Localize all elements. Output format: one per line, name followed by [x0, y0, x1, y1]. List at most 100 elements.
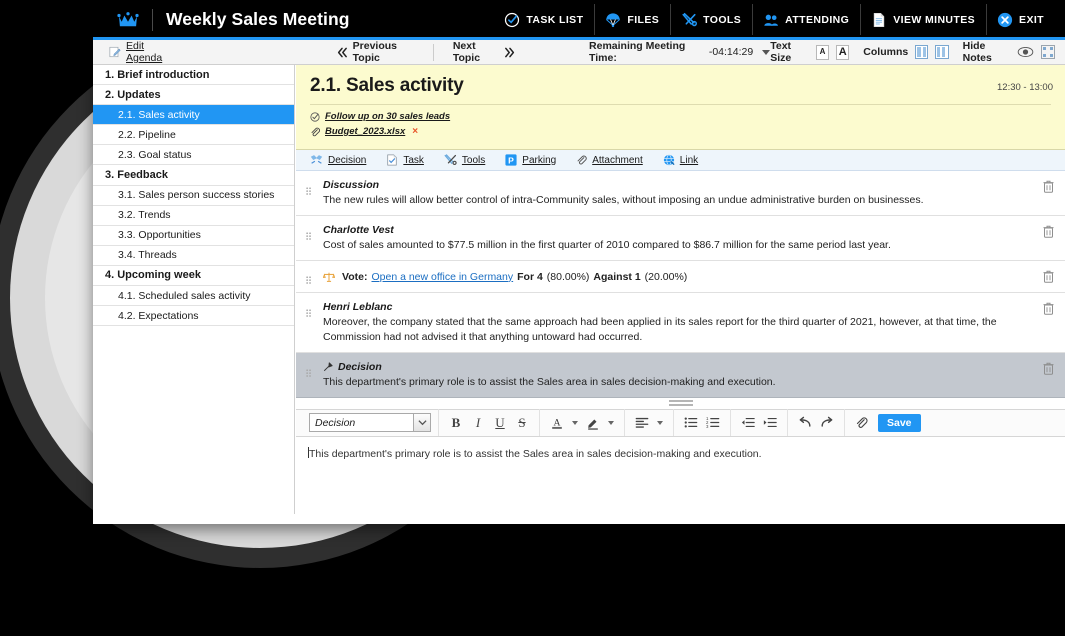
drag-handle-icon[interactable]	[304, 309, 314, 343]
text-size-small-button[interactable]: A	[815, 44, 830, 60]
topic-attachment-link[interactable]: Budget_2023.xlsx	[325, 126, 405, 137]
redo-button[interactable]	[817, 413, 837, 433]
sidebar-item[interactable]: 2.3. Goal status	[93, 145, 294, 166]
editor-text-area[interactable]: This department's primary role is to ass…	[296, 436, 1065, 497]
note-row[interactable]: Discussion The new rules will allow bette…	[296, 171, 1065, 217]
topic-task-link[interactable]: Follow up on 30 sales leads	[325, 111, 450, 122]
sidebar-item[interactable]: 2. Updates	[93, 85, 294, 106]
decision-arrow-icon	[323, 362, 333, 372]
save-button[interactable]: Save	[878, 413, 921, 432]
note-body: Vote: Open a new office in Germany For 4 (8…	[314, 271, 1031, 283]
chevron-right-double-icon	[504, 47, 515, 58]
action-label: Parking	[522, 154, 557, 166]
delete-note-button[interactable]	[1043, 180, 1054, 193]
nav-label: ATTENDING	[785, 13, 850, 26]
numbered-list-button[interactable]: 123	[703, 413, 723, 433]
fullscreen-icon[interactable]	[1040, 45, 1055, 59]
columns-three-button[interactable]	[935, 45, 949, 59]
columns-two-button[interactable]	[915, 45, 929, 59]
hide-notes-label: Hide Notes	[962, 40, 992, 64]
sidebar-item[interactable]: 1. Brief introduction	[93, 65, 294, 86]
action-label: Attachment	[592, 154, 643, 166]
action-task-button[interactable]: Task	[386, 154, 424, 166]
editor-color-group: A	[540, 409, 625, 437]
remove-attachment-button[interactable]: ×	[412, 126, 418, 137]
next-topic-button[interactable]: Next Topic	[434, 40, 529, 65]
sidebar-item[interactable]: 3. Feedback	[93, 165, 294, 186]
text-color-button[interactable]: A	[547, 413, 567, 433]
outdent-button[interactable]	[738, 413, 758, 433]
svg-text:3: 3	[706, 424, 709, 429]
text-size-large-button[interactable]: A	[836, 44, 850, 60]
bullet-list-button[interactable]	[681, 413, 701, 433]
drag-handle-icon[interactable]	[304, 232, 314, 252]
chevron-down-icon[interactable]	[762, 49, 771, 55]
nav-exit[interactable]: EXIT	[986, 4, 1055, 35]
action-link-button[interactable]: Link	[663, 154, 698, 166]
undo-button[interactable]	[795, 413, 815, 433]
resize-grip-icon	[668, 399, 693, 408]
sidebar-item[interactable]: 4.1. Scheduled sales activity	[93, 286, 294, 307]
delete-note-button[interactable]	[1043, 302, 1054, 316]
drag-handle-icon[interactable]	[304, 276, 314, 285]
nav-attending[interactable]: ATTENDING	[752, 4, 860, 35]
nav-files[interactable]: FILES	[594, 4, 670, 35]
note-body: Discussion The new rules will allow bette…	[314, 179, 1031, 207]
indent-button[interactable]	[760, 413, 780, 433]
align-left-button[interactable]	[632, 413, 652, 433]
eye-icon[interactable]	[1017, 45, 1034, 59]
highlight-chevron-down-icon[interactable]	[608, 420, 614, 425]
action-parking-button[interactable]: P Parking	[505, 154, 556, 166]
note-row[interactable]: Henri Leblanc Moreover, the company state…	[296, 293, 1065, 353]
panel-resize-handle[interactable]	[296, 397, 1065, 409]
editor-history-group	[788, 409, 845, 437]
text-color-chevron-down-icon[interactable]	[572, 420, 578, 425]
vote-row[interactable]: Vote: Open a new office in Germany For 4 (8…	[296, 261, 1065, 294]
underline-button[interactable]: U	[490, 413, 510, 433]
note-text: Moreover, the company stated that the sa…	[323, 316, 997, 343]
vote-subject-link[interactable]: Open a new office in Germany	[371, 271, 513, 283]
sidebar-item[interactable]: 2.1. Sales activity	[93, 105, 294, 126]
delete-note-button[interactable]	[1043, 225, 1054, 238]
sidebar-item[interactable]: 3.3. Opportunities	[93, 226, 294, 246]
action-tools-button[interactable]: Tools	[444, 154, 485, 166]
tools-icon	[681, 12, 698, 28]
action-decision-button[interactable]: Decision	[310, 154, 366, 166]
nav-tools[interactable]: TOOLS	[670, 4, 752, 35]
note-row[interactable]: Decision This department's primary role i…	[296, 352, 1065, 398]
note-author-label: Decision	[338, 360, 382, 373]
note-author: Decision	[323, 361, 1031, 373]
delete-note-button[interactable]	[1043, 270, 1054, 284]
sidebar-item[interactable]: 3.1. Sales person success stories	[93, 186, 294, 206]
parachute-icon	[605, 12, 621, 28]
bold-button[interactable]: B	[446, 413, 466, 433]
text-size-label: Text Size	[770, 40, 792, 64]
italic-button[interactable]: I	[468, 413, 488, 433]
note-type-select[interactable]: Decision	[309, 413, 431, 433]
sidebar-item-label: 3.1. Sales person success stories	[118, 189, 275, 202]
strikethrough-button[interactable]: S	[512, 413, 532, 433]
edit-agenda-button[interactable]: Edit Agenda	[93, 40, 178, 65]
insert-link-button[interactable]	[852, 413, 872, 433]
vote-line: Vote: Open a new office in Germany For 4 (8…	[323, 271, 1031, 283]
align-chevron-down-icon[interactable]	[657, 420, 663, 425]
topic-divider	[310, 104, 1051, 105]
drag-handle-icon[interactable]	[304, 187, 314, 207]
note-row[interactable]: Charlotte Vest Cost of sales amounted to …	[296, 216, 1065, 262]
sidebar-item[interactable]: 3.4. Threads	[93, 246, 294, 266]
nav-view-minutes[interactable]: VIEW MINUTES	[860, 4, 986, 35]
sidebar-item[interactable]: 4. Upcoming week	[93, 266, 294, 287]
topic-time-range: 12:30 - 13:00	[997, 82, 1053, 93]
highlight-color-button[interactable]	[583, 413, 603, 433]
top-navigation: TASK LIST FILES TOOLS ATTENDING VIEW MIN…	[493, 0, 1065, 39]
drag-handle-icon[interactable]	[304, 369, 314, 389]
notes-list: Discussion The new rules will allow bette…	[296, 171, 1065, 398]
nav-task-list[interactable]: TASK LIST	[493, 7, 594, 32]
sidebar-item[interactable]: 3.2. Trends	[93, 206, 294, 226]
sidebar-item[interactable]: 4.2. Expectations	[93, 306, 294, 327]
note-author-label: Charlotte Vest	[323, 224, 394, 237]
delete-note-button[interactable]	[1043, 362, 1054, 375]
previous-topic-button[interactable]: Previous Topic	[323, 40, 433, 65]
action-attachment-button[interactable]: Attachment	[576, 154, 643, 166]
sidebar-item[interactable]: 2.2. Pipeline	[93, 125, 294, 146]
